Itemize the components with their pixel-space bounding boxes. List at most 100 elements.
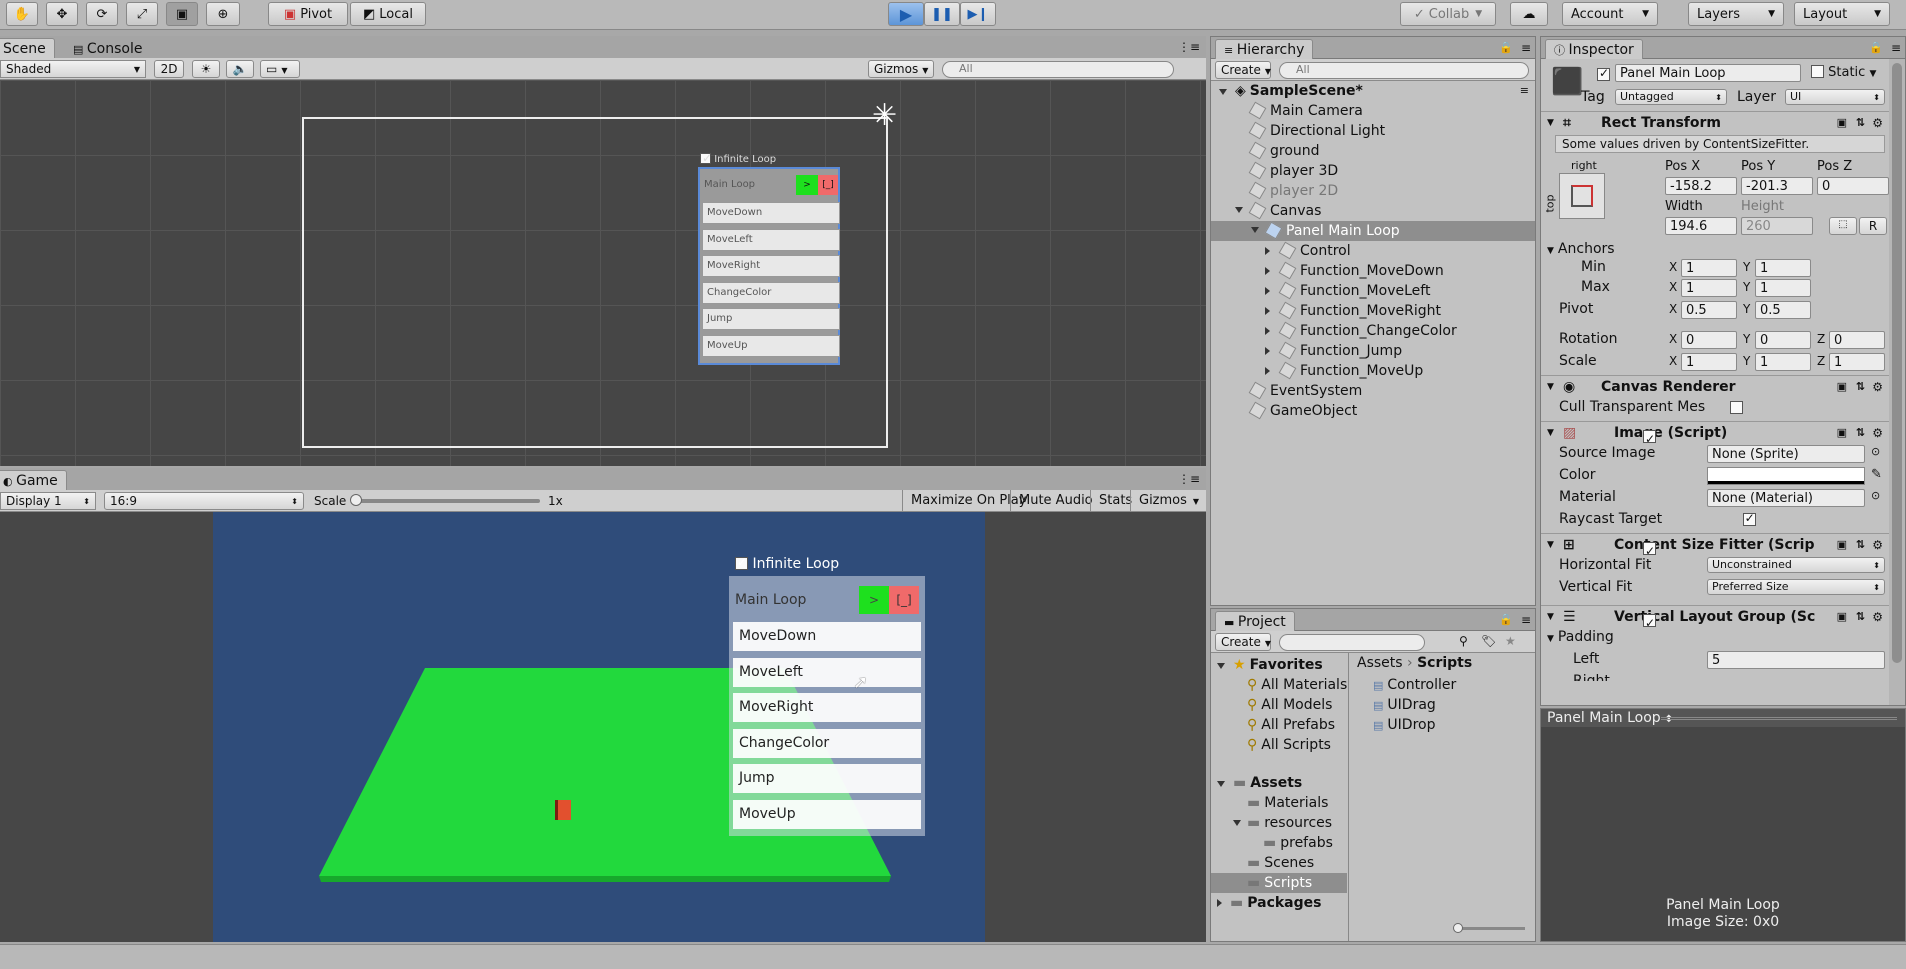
scene-function-item[interactable]: MoveLeft	[702, 228, 840, 251]
asset-folder-item[interactable]: ▬ resources	[1211, 813, 1347, 833]
game-infinite-loop-toggle[interactable]: Infinite Loop	[735, 555, 839, 572]
inspector-scrollbar[interactable]	[1889, 59, 1905, 705]
scene-function-item[interactable]: MoveDown	[702, 202, 840, 224]
collab-dropdown[interactable]: ✓ Collab ▼	[1400, 2, 1496, 26]
scale-tool-button[interactable]: ⤢	[126, 2, 158, 26]
panel-menu-icon[interactable]: ≡	[1521, 41, 1531, 55]
width-field[interactable]: 194.6	[1665, 217, 1737, 235]
min-y-field[interactable]: 1	[1755, 259, 1811, 277]
padding-left-field[interactable]: 5	[1707, 651, 1885, 669]
max-y-field[interactable]: 1	[1755, 279, 1811, 297]
settings-icon[interactable]: ⇅	[1856, 376, 1865, 398]
lock-icon[interactable]: 🔒	[1499, 613, 1513, 626]
cull-checkbox[interactable]	[1729, 401, 1743, 414]
hierarchy-item[interactable]: Function_MoveDown	[1211, 261, 1535, 281]
hierarchy-create-dropdown[interactable]: Create ▼	[1215, 61, 1271, 79]
favorite-item[interactable]: ⚲ All Prefabs	[1247, 715, 1335, 735]
scene-infinite-loop-toggle[interactable]: Infinite Loop	[700, 151, 776, 165]
favorite-item[interactable]: ⚲ All Scripts	[1247, 735, 1331, 755]
chevron-down-icon[interactable]	[1233, 820, 1241, 826]
tab-project[interactable]: ▬ Project	[1215, 611, 1295, 631]
vertical-layout-header[interactable]: ▼☰Vertical Layout Group (Sc▣⇅⚙	[1541, 605, 1889, 634]
chevron-right-icon[interactable]	[1265, 367, 1270, 375]
scale-slider-thumb[interactable]	[350, 494, 362, 506]
hierarchy-item[interactable]: Function_MoveUp	[1211, 361, 1535, 381]
help-icon[interactable]: ▣	[1837, 606, 1847, 628]
rect-tool-button[interactable]: ▣	[166, 2, 198, 26]
pos-z-field[interactable]: 0	[1817, 177, 1889, 195]
game-ui-panel[interactable]: Infinite Loop Main Loop > [_] MoveDown Mo…	[729, 555, 929, 846]
settings-icon[interactable]: ⇅	[1856, 534, 1865, 556]
panel-menu-icon[interactable]: ≡	[1891, 41, 1901, 55]
display-dropdown[interactable]: Display 1 ⬍	[0, 492, 96, 510]
hfit-dropdown[interactable]: Unconstrained ⬍	[1707, 557, 1885, 573]
icon-size-thumb[interactable]	[1453, 923, 1463, 933]
scene-stop-button[interactable]: [_]	[818, 175, 838, 195]
image-enabled-checkbox[interactable]	[1643, 428, 1656, 450]
game-function-item[interactable]: Jump	[733, 764, 921, 793]
scene-function-item[interactable]: ChangeColor	[702, 281, 840, 304]
play-button[interactable]: ▶	[888, 2, 924, 26]
blueprint-mode-button[interactable]: ⬚	[1829, 217, 1857, 235]
mode-2d-toggle[interactable]: 2D	[154, 60, 184, 78]
hierarchy-search-input[interactable]: All	[1279, 62, 1529, 79]
tab-inspector[interactable]: ⓘ Inspector	[1545, 39, 1643, 59]
asset-folder-item[interactable]: ▬ Scripts	[1211, 873, 1347, 893]
breadcrumb-current[interactable]: Scripts	[1417, 655, 1472, 671]
hierarchy-item[interactable]: player 2D	[1211, 181, 1535, 201]
audio-toggle[interactable]: 🔈	[226, 60, 254, 78]
chevron-right-icon[interactable]	[1265, 307, 1270, 315]
scene-panel-ui[interactable]: Infinite Loop Main Loop > [_] MoveDown Mo…	[694, 151, 842, 365]
script-file-item[interactable]: ▤ Controller	[1373, 675, 1456, 695]
hierarchy-item[interactable]: EventSystem	[1211, 381, 1535, 401]
rot-x-field[interactable]: 0	[1681, 331, 1737, 349]
hierarchy-item[interactable]: Function_MoveRight	[1211, 301, 1535, 321]
tag-dropdown[interactable]: Untagged ⬍	[1615, 89, 1727, 105]
hierarchy-item[interactable]: Main Camera	[1211, 101, 1535, 121]
active-checkbox[interactable]	[1597, 66, 1610, 81]
help-icon[interactable]: ▣	[1837, 112, 1847, 134]
chevron-right-icon[interactable]	[1265, 267, 1270, 275]
scene-search-input[interactable]: All	[942, 61, 1174, 78]
object-picker-icon[interactable]: ⊙	[1871, 489, 1880, 502]
scene-root-item[interactable]: ◈ SampleScene* ≡	[1219, 81, 1535, 101]
filter-type-icon[interactable]: ⚲	[1459, 634, 1468, 648]
help-icon[interactable]: ▣	[1837, 376, 1847, 398]
script-file-item[interactable]: ▤ UIDrop	[1373, 715, 1435, 735]
project-create-dropdown[interactable]: Create ▼	[1215, 633, 1271, 651]
scale-y-field[interactable]: 1	[1755, 353, 1811, 371]
scene-menu-icon[interactable]: ≡	[1520, 81, 1529, 101]
eyedropper-icon[interactable]: ✎	[1871, 467, 1882, 482]
rotate-tool-button[interactable]: ⟳	[86, 2, 118, 26]
game-function-item[interactable]: MoveDown	[733, 622, 921, 651]
color-field[interactable]	[1707, 467, 1865, 485]
gear-icon[interactable]: ⚙	[1872, 534, 1883, 556]
chevron-down-icon[interactable]	[1235, 207, 1243, 213]
scale-z-field[interactable]: 1	[1829, 353, 1885, 371]
asset-folder-item[interactable]: ▬ Scenes	[1211, 853, 1347, 873]
chevron-right-icon[interactable]	[1265, 247, 1270, 255]
pivot-toggle[interactable]: ▣ Pivot	[268, 2, 348, 26]
asset-folder-item[interactable]: ▬ prefabs	[1211, 833, 1347, 853]
step-button[interactable]: ▶❙	[960, 2, 996, 26]
rot-y-field[interactable]: 0	[1755, 331, 1811, 349]
asset-folder-item[interactable]: ▬ Materials	[1211, 793, 1347, 813]
material-field[interactable]: None (Material)	[1707, 489, 1865, 507]
max-x-field[interactable]: 1	[1681, 279, 1737, 297]
layer-dropdown[interactable]: UI ⬍	[1785, 89, 1885, 105]
vfit-dropdown[interactable]: Preferred Size ⬍	[1707, 579, 1885, 595]
pos-y-field[interactable]: -201.3	[1741, 177, 1813, 195]
game-function-item[interactable]: MoveLeft	[733, 657, 921, 687]
help-icon[interactable]: ▣	[1837, 422, 1847, 444]
mute-audio-toggle[interactable]: Mute Audio	[1010, 490, 1101, 512]
canvas-renderer-header[interactable]: ▼ ◉ Canvas Renderer ▣ ⇅ ⚙	[1541, 375, 1889, 397]
layout-dropdown[interactable]: Layout ▼	[1794, 2, 1890, 26]
scale-slider[interactable]	[350, 494, 540, 506]
hierarchy-item[interactable]: Canvas	[1211, 201, 1535, 221]
game-run-button[interactable]: >	[859, 586, 889, 614]
hierarchy-item[interactable]: Control	[1211, 241, 1535, 261]
scene-function-item[interactable]: MoveUp	[702, 334, 840, 357]
static-toggle[interactable]: Static ▼	[1811, 65, 1876, 80]
tab-hierarchy[interactable]: ≡ Hierarchy	[1215, 39, 1314, 59]
scene-function-item[interactable]: Jump	[702, 308, 840, 330]
